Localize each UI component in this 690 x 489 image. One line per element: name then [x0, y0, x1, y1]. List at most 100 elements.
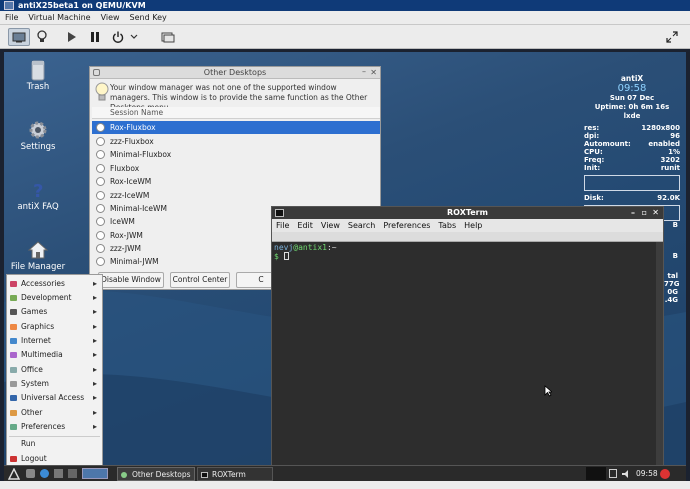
snapshots-button[interactable]	[157, 28, 179, 46]
menu-item-graphics[interactable]: Graphics ▸	[7, 320, 102, 334]
menu-edit[interactable]: Edit	[293, 219, 317, 232]
lightbulb-icon	[37, 30, 47, 42]
details-view-button[interactable]	[31, 28, 53, 46]
minimize-icon[interactable]: –	[631, 207, 635, 219]
console-view-button[interactable]	[8, 28, 30, 46]
taskbar: Other Desktops ROXTerm 09:58	[4, 465, 686, 481]
shutdown-button[interactable]	[107, 28, 129, 46]
radio-button[interactable]	[96, 150, 105, 159]
conky-uptime: Uptime: 0h 6m 16s	[594, 103, 670, 111]
conky-row: res: 1280x800	[584, 124, 680, 132]
taskbar-clock[interactable]: 09:58	[636, 467, 658, 481]
gear-icon	[29, 121, 47, 139]
menu-item-system[interactable]: System ▸	[7, 377, 102, 391]
desktop-icon-antix-faq[interactable]: ? antiX FAQ	[8, 180, 68, 212]
run-button[interactable]	[61, 28, 83, 46]
pause-button[interactable]	[84, 28, 106, 46]
radio-button[interactable]	[96, 137, 105, 146]
menu-search[interactable]: Search	[344, 219, 379, 232]
radio-button[interactable]	[96, 191, 105, 200]
task-roxterm[interactable]: ROXTerm	[197, 467, 273, 481]
disable-window-button[interactable]: Disable Window	[98, 272, 164, 288]
vm-menu-virtual-machine[interactable]: Virtual Machine	[23, 11, 95, 25]
control-center-button[interactable]: Control Center	[170, 272, 230, 288]
session-item[interactable]: Fluxbox	[92, 162, 380, 175]
session-item[interactable]: Rox-Fluxbox	[92, 121, 380, 134]
session-item[interactable]: Minimal-Fluxbox	[92, 148, 380, 161]
menu-item-other[interactable]: Other ▸	[7, 406, 102, 420]
menu-item-development[interactable]: Development ▸	[7, 291, 102, 305]
other-icon	[10, 410, 17, 416]
roxterm-titlebar[interactable]: ROXTerm – ▫ ✕	[272, 207, 663, 219]
multimedia-icon	[10, 352, 17, 358]
radio-button[interactable]	[96, 164, 105, 173]
menu-tabs[interactable]: Tabs	[434, 219, 460, 232]
menu-item-multimedia[interactable]: Multimedia ▸	[7, 348, 102, 362]
chevron-right-icon: ▸	[92, 379, 97, 388]
session-item[interactable]: zzz-Fluxbox	[92, 135, 380, 148]
vm-title: antiX25beta1 on QEMU/KVM	[18, 1, 146, 10]
scrollbar[interactable]	[656, 242, 663, 467]
radio-button[interactable]	[96, 204, 105, 213]
tray-area	[586, 467, 606, 480]
conky-row: CPU: 1%	[584, 148, 680, 156]
desktop-icon-settings[interactable]: Settings	[8, 120, 68, 152]
show-desktop-icon[interactable]	[26, 469, 35, 478]
session-item[interactable]: Rox-IceWM	[92, 175, 380, 188]
conky-disk-row: Disk: 92.0K	[584, 194, 680, 202]
roxterm-window: ROXTerm – ▫ ✕ File Edit View Search Pref…	[271, 206, 664, 468]
menu-file[interactable]: File	[272, 219, 293, 232]
universal-access-icon	[10, 395, 17, 401]
start-menu: Accessories ▸ Development ▸ Games ▸ Graphic…	[6, 274, 103, 467]
window-menu-icon[interactable]	[93, 69, 100, 76]
menu-item-accessories[interactable]: Accessories ▸	[7, 277, 102, 291]
files-icon[interactable]	[54, 469, 63, 478]
minimize-icon[interactable]: –	[362, 66, 366, 78]
session-name-header[interactable]: Session Name	[92, 107, 380, 119]
vm-menu-file[interactable]: File	[0, 11, 23, 25]
desktop-icon-file-manager[interactable]: File Manager	[8, 240, 68, 272]
chevron-right-icon: ▸	[92, 365, 97, 374]
conky-wm: lxde	[623, 112, 641, 120]
menu-item-run[interactable]: Run	[7, 437, 102, 451]
workspace-pager[interactable]	[82, 468, 108, 479]
radio-button[interactable]	[96, 257, 105, 266]
conky-hostname: antiX	[620, 74, 644, 83]
power-icon[interactable]	[660, 469, 670, 479]
menu-item-preferences[interactable]: Preferences ▸	[7, 420, 102, 434]
task-other-desktops[interactable]: Other Desktops	[117, 467, 195, 481]
internet-icon	[10, 338, 17, 344]
conky-row: Freq: 3202	[584, 156, 680, 164]
desktop-icon-trash[interactable]: Trash	[8, 60, 68, 92]
menu-item-universal-access[interactable]: Universal Access ▸	[7, 391, 102, 405]
radio-button[interactable]	[96, 231, 105, 240]
browser-icon[interactable]	[40, 469, 49, 478]
desktop-icon-settings-label: Settings	[20, 142, 56, 152]
radio-button[interactable]	[96, 177, 105, 186]
session-item[interactable]: zzz-IceWM	[92, 189, 380, 202]
vm-menu-send-key[interactable]: Send Key	[125, 11, 172, 25]
menu-item-games[interactable]: Games ▸	[7, 305, 102, 319]
radio-button[interactable]	[96, 123, 105, 132]
menu-view[interactable]: View	[317, 219, 344, 232]
menu-help[interactable]: Help	[460, 219, 486, 232]
shutdown-menu-button[interactable]	[128, 28, 140, 46]
tray-icon[interactable]	[609, 469, 617, 478]
radio-button[interactable]	[96, 244, 105, 253]
radio-button[interactable]	[96, 217, 105, 226]
terminal-launcher-icon[interactable]	[68, 469, 77, 478]
start-menu-icon[interactable]	[8, 468, 20, 480]
other-desktops-titlebar[interactable]: Other Desktops – ✕	[90, 67, 380, 79]
fullscreen-button[interactable]	[661, 28, 683, 46]
maximize-icon[interactable]: ▫	[642, 207, 647, 219]
close-icon[interactable]: ✕	[370, 67, 377, 79]
terminal-output[interactable]: nevj@antix1:~ $	[272, 242, 663, 262]
desktop-icon-file-manager-label: File Manager	[10, 262, 66, 272]
close-icon[interactable]: ✕	[652, 207, 659, 219]
desktop-icon-trash-label: Trash	[26, 82, 50, 92]
menu-preferences[interactable]: Preferences	[379, 219, 434, 232]
menu-item-office[interactable]: Office ▸	[7, 363, 102, 377]
menu-item-internet[interactable]: Internet ▸	[7, 334, 102, 348]
vm-menu-view[interactable]: View	[96, 11, 125, 25]
volume-icon[interactable]	[621, 469, 631, 479]
